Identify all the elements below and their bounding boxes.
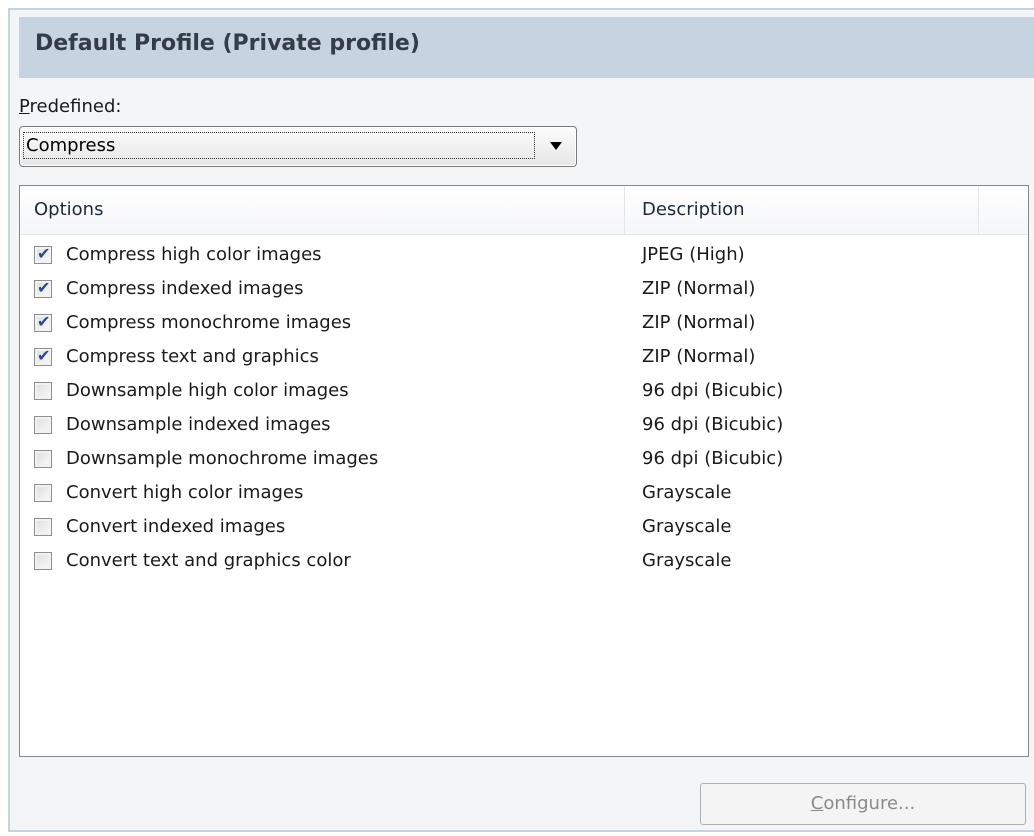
option-label: Downsample indexed images [66,414,331,435]
checkmark-icon: ✔ [37,244,51,263]
list-item[interactable]: ✔ Compress monochrome images ZIP (Normal) [20,306,1028,340]
profile-header: Default Profile (Private profile) [19,17,1034,78]
option-label: Compress indexed images [66,278,304,299]
column-divider[interactable] [624,186,625,234]
column-header-description[interactable]: Description [642,186,745,234]
predefined-selected-value: Compress [23,132,535,159]
checkbox-unchecked[interactable] [34,518,52,536]
checkbox-unchecked[interactable] [34,484,52,502]
dropdown-arrow-icon[interactable] [550,142,562,150]
option-label: Convert high color images [66,482,304,503]
option-description: 96 dpi (Bicubic) [642,414,784,435]
checkbox-checked[interactable]: ✔ [34,312,52,332]
list-item[interactable]: Convert high color images Grayscale [20,476,1028,510]
option-label: Compress text and graphics [66,346,319,367]
option-label: Convert indexed images [66,516,286,537]
checkbox-unchecked[interactable] [34,450,52,468]
list-item[interactable]: Convert indexed images Grayscale [20,510,1028,544]
list-header: Options Description [20,186,1028,235]
option-description: JPEG (High) [642,244,745,265]
configure-button-accel: C [810,793,824,814]
list-item[interactable]: Downsample monochrome images 96 dpi (Bicu… [20,442,1028,476]
predefined-label: Predefined: [19,96,121,117]
profile-title: Default Profile (Private profile) [35,31,420,56]
option-label: Compress monochrome images [66,312,352,333]
list-item[interactable]: ✔ Compress indexed images ZIP (Normal) [20,272,1028,306]
option-label: Convert text and graphics color [66,550,351,571]
checkbox-unchecked[interactable] [34,382,52,400]
option-description: ZIP (Normal) [642,312,756,333]
option-label: Downsample high color images [66,380,349,401]
configure-button[interactable]: Configure... [700,783,1026,825]
option-description: 96 dpi (Bicubic) [642,380,784,401]
list-item[interactable]: Downsample high color images 96 dpi (Bicu… [20,374,1028,408]
checkbox-unchecked[interactable] [34,416,52,434]
option-description: Grayscale [642,482,732,503]
checkbox-checked[interactable]: ✔ [34,346,52,366]
column-header-options[interactable]: Options [34,186,103,234]
checkbox-unchecked[interactable] [34,552,52,570]
predefined-label-text: redefined: [29,96,122,117]
checkbox-checked[interactable]: ✔ [34,278,52,298]
list-item[interactable]: ✔ Compress high color images JPEG (High) [20,238,1028,272]
option-description: Grayscale [642,516,732,537]
options-list[interactable]: Options Description ✔ Compress high color… [19,185,1029,757]
option-description: Grayscale [642,550,732,571]
option-description: ZIP (Normal) [642,278,756,299]
configure-button-label: onfigure... [823,793,916,814]
list-item[interactable]: ✔ Compress text and graphics ZIP (Normal) [20,340,1028,374]
checkmark-icon: ✔ [37,346,51,365]
option-label: Downsample monochrome images [66,448,379,469]
checkmark-icon: ✔ [37,312,51,331]
options-rows: ✔ Compress high color images JPEG (High) ✔ C… [20,238,1028,578]
list-item[interactable]: Convert text and graphics color Grayscale [20,544,1028,578]
predefined-label-accel: P [19,96,30,117]
option-description: 96 dpi (Bicubic) [642,448,784,469]
option-label: Compress high color images [66,244,322,265]
checkmark-icon: ✔ [37,278,51,297]
list-item[interactable]: Downsample indexed images 96 dpi (Bicubic… [20,408,1028,442]
option-description: ZIP (Normal) [642,346,756,367]
column-divider[interactable] [978,186,979,234]
checkbox-checked[interactable]: ✔ [34,244,52,264]
predefined-dropdown[interactable]: Compress [19,126,577,167]
